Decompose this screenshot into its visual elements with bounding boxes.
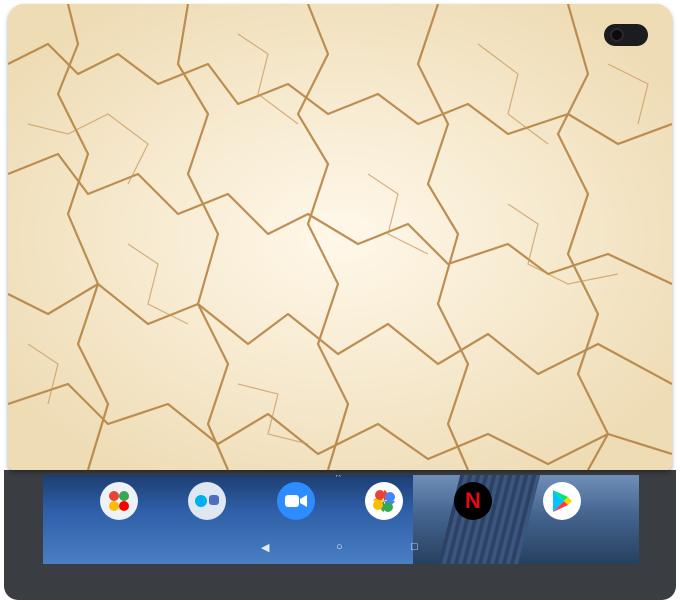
play-store-icon[interactable] [543, 482, 581, 520]
photos-icon[interactable] [365, 482, 403, 520]
netflix-logo: N [465, 488, 481, 513]
zoom-icon[interactable] [277, 482, 315, 520]
google-apps-folder-icon[interactable] [100, 482, 138, 520]
netflix-icon[interactable]: N [454, 482, 492, 520]
home-screen: ^ N ◀ ○ □ [43, 475, 639, 564]
skype-folder-icon[interactable] [188, 482, 226, 520]
marble-case-cover [8, 4, 672, 470]
camera-lens-icon [610, 28, 624, 42]
marble-pattern [8, 4, 672, 470]
app-dock: N [43, 475, 639, 533]
camera-cutout [604, 24, 648, 46]
back-button[interactable]: ◀ [261, 541, 269, 554]
home-button[interactable]: ○ [336, 541, 343, 553]
recents-button[interactable]: □ [411, 541, 418, 553]
